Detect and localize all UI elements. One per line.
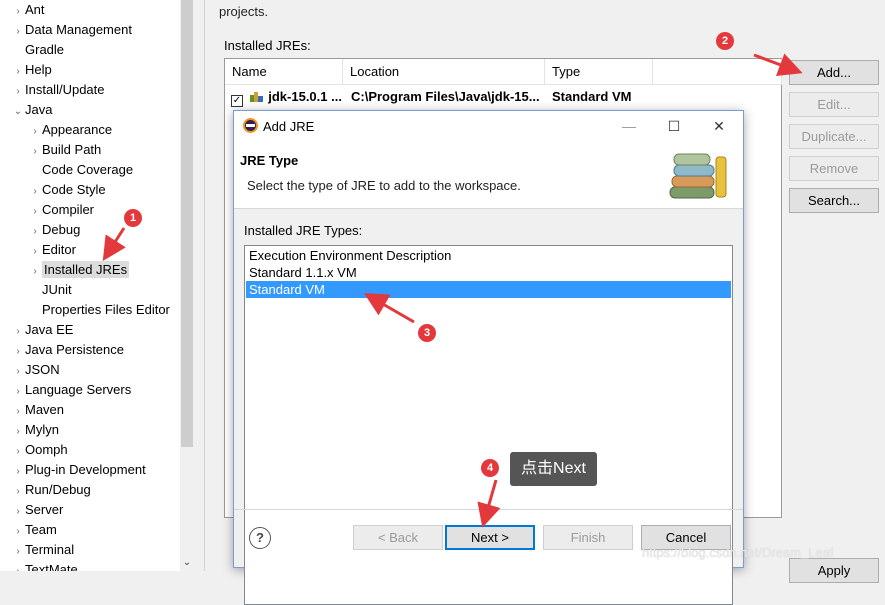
arrow-2 — [753, 53, 803, 76]
arrow-3 — [363, 292, 415, 324]
annotation-badge-1: 1 — [124, 209, 142, 227]
arrow-1 — [102, 227, 126, 262]
annotation-badge-2: 2 — [716, 32, 734, 50]
annotation-badge-3: 3 — [418, 324, 436, 342]
watermark-text: https://blog.csdn.net/Dream_Leaf — [642, 545, 834, 560]
annotation-badge-4: 4 — [481, 459, 499, 477]
arrow-4 — [477, 479, 501, 528]
annotation-arrows — [102, 53, 803, 528]
annotation-tooltip: 点击Next — [510, 452, 597, 486]
